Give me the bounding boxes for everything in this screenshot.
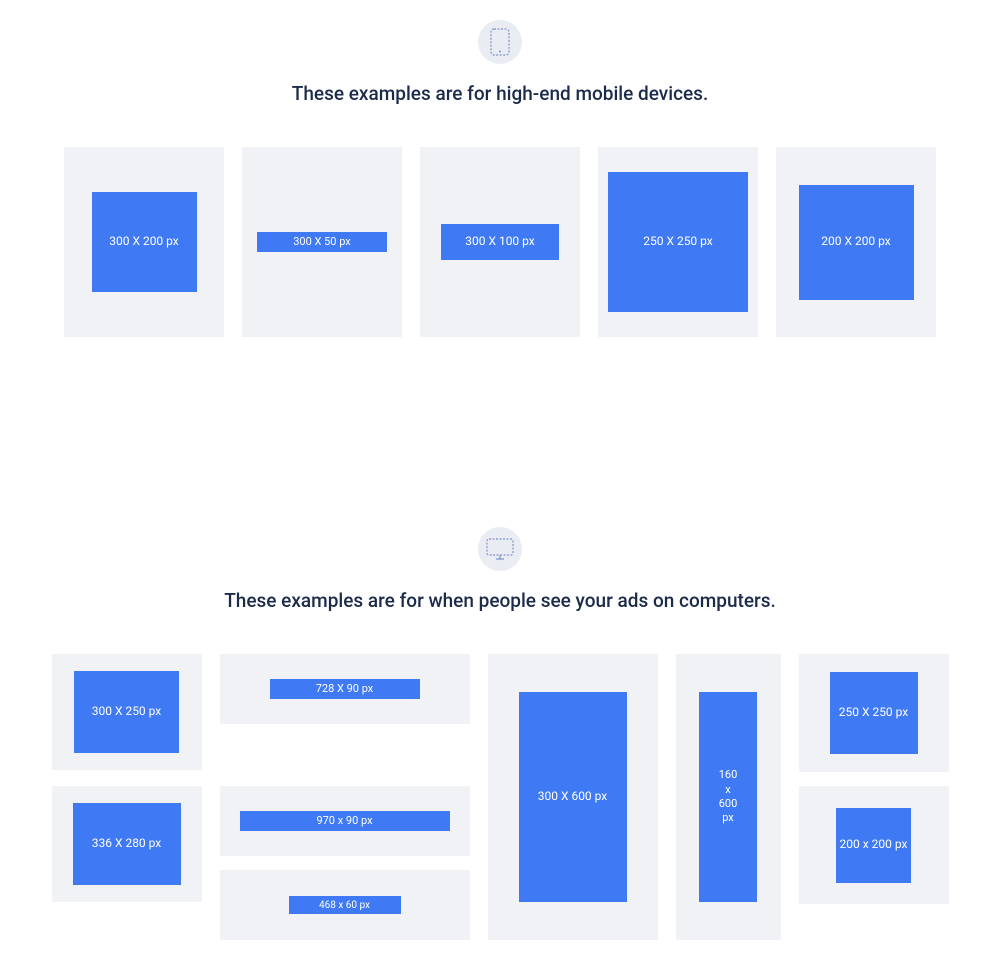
ad-size-box: 728 X 90 px <box>270 679 420 699</box>
desktop-card: 160x600px <box>676 654 781 940</box>
ad-size-box: 200 x 200 px <box>836 808 911 883</box>
desktop-card: 250 X 250 px <box>799 654 949 772</box>
ad-size-box: 970 x 90 px <box>240 811 450 831</box>
mobile-section: These examples are for high-end mobile d… <box>0 0 1000 507</box>
mobile-card: 200 X 200 px <box>776 147 936 337</box>
desktop-card: 728 X 90 px <box>220 654 470 724</box>
ad-size-box: 300 X 200 px <box>92 192 197 292</box>
mobile-device-icon <box>478 20 522 64</box>
desktop-section: These examples are for when people see y… <box>0 507 1000 970</box>
ad-size-box: 300 X 50 px <box>257 232 387 252</box>
ad-size-box: 336 X 280 px <box>73 803 181 885</box>
ad-size-box: 200 X 200 px <box>799 185 914 300</box>
mobile-card: 250 X 250 px <box>598 147 758 337</box>
desktop-card: 200 x 200 px <box>799 786 949 904</box>
ad-size-box: 300 X 250 px <box>74 671 179 753</box>
desktop-icon-svg <box>486 538 514 560</box>
mobile-section-title: These examples are for high-end mobile d… <box>60 82 940 105</box>
desktop-monitor-icon <box>478 527 522 571</box>
ad-size-box: 468 x 60 px <box>289 896 401 914</box>
desktop-card: 300 X 250 px <box>52 654 202 770</box>
mobile-card: 300 X 200 px <box>64 147 224 337</box>
ad-size-box: 250 X 250 px <box>608 172 748 312</box>
mobile-icon-svg <box>490 28 510 56</box>
mobile-examples-row: 300 X 200 px 300 X 50 px 300 X 100 px 25… <box>60 147 940 337</box>
desktop-card: 468 x 60 px <box>220 870 470 940</box>
desktop-examples-grid: 300 X 250 px 336 X 280 px 728 X 90 px 97… <box>60 654 940 940</box>
ad-size-box: 160x600px <box>699 692 757 902</box>
desktop-card: 336 X 280 px <box>52 786 202 902</box>
ad-size-box: 300 X 600 px <box>519 692 627 902</box>
desktop-card: 970 x 90 px <box>220 786 470 856</box>
mobile-card: 300 X 100 px <box>420 147 580 337</box>
mobile-card: 300 X 50 px <box>242 147 402 337</box>
ad-size-box: 300 X 100 px <box>441 224 559 260</box>
ad-size-box: 250 X 250 px <box>830 672 918 754</box>
desktop-section-title: These examples are for when people see y… <box>60 589 940 612</box>
desktop-card: 300 X 600 px <box>488 654 658 940</box>
